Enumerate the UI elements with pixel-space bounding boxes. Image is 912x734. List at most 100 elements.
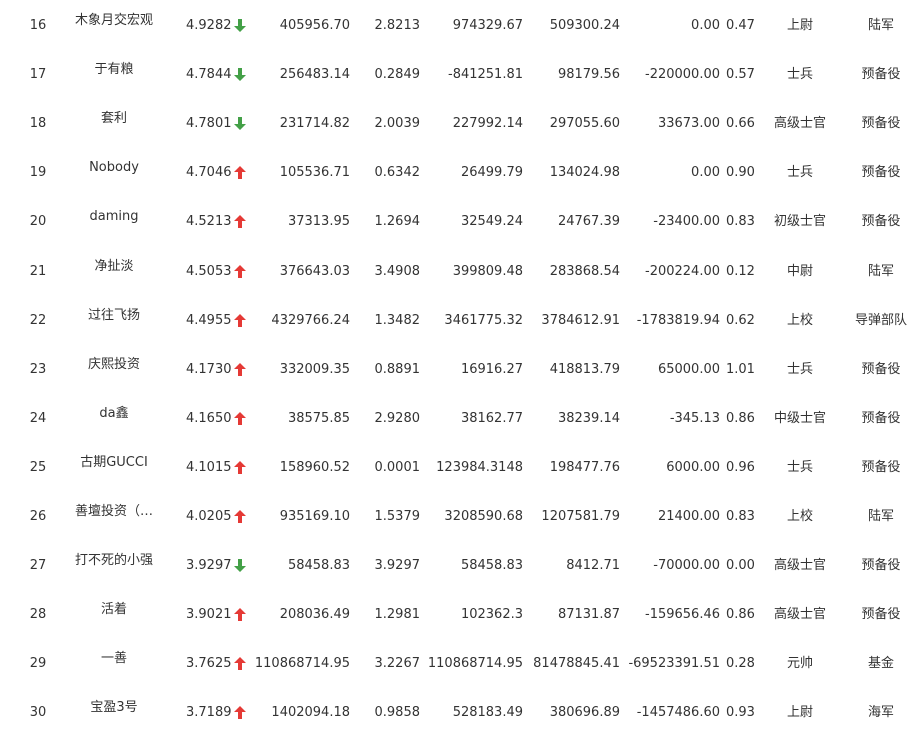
name-cell: 活着 [100,602,127,617]
military-rank-cell: 中级士官 [773,411,826,426]
table-row[interactable]: 25 古期GUCCI 4.1015 158960.52 0.0001 123984.314… [0,442,912,491]
table-row[interactable]: 16 木象月交宏观 4.9282 405956.70 2.8213 974329.67 50… [0,0,912,49]
arrow-down-icon [234,67,248,83]
value-3-cell: 32549.24 [460,214,523,229]
value-2-cell: 0.0001 [374,460,421,475]
name-cell: 打不死的小强 [74,553,153,568]
value-3-cell: 399809.48 [452,264,523,279]
table-row[interactable]: 28 活着 3.9021 208036.49 1.2981 102362.3 87131.8… [0,589,912,638]
arrow-down-icon [234,116,248,132]
value-1-cell: 37313.95 [287,214,350,229]
value-1-cell: 256483.14 [279,67,350,82]
score-cell: 4.1730 [186,362,232,377]
value-3-cell: 123984.3148 [436,460,523,475]
table-row[interactable]: 27 打不死的小强 3.9297 58458.83 3.9297 58458.83 8412… [0,540,912,589]
score-cell: 4.1015 [186,460,232,475]
value-4-cell: 1207581.79 [541,509,620,524]
value-2-cell: 1.2694 [374,214,421,229]
value-3-cell: 528183.49 [452,705,523,720]
unit-cell: 预备役 [861,460,901,475]
value-3-cell: 58458.83 [460,558,523,573]
value-4-cell: 38239.14 [557,411,620,426]
value-5-cell: -159656.46 [645,607,720,622]
value-1-cell: 376643.03 [279,264,350,279]
value-4-cell: 98179.56 [557,67,620,82]
value-1-cell: 405956.70 [279,18,350,33]
value-4-cell: 198477.76 [549,460,620,475]
table-row[interactable]: 22 过往飞扬 4.4955 4329766.24 1.3482 3461775.32 37… [0,295,912,344]
arrow-up-icon [234,214,248,230]
score-cell: 4.1650 [186,411,232,426]
table-row[interactable]: 18 套利 4.7801 231714.82 2.0039 227992.14 297055… [0,98,912,147]
arrow-up-icon [234,509,248,525]
name-cell: 净扯淡 [94,259,134,274]
score-cell: 4.7801 [186,116,232,131]
arrow-up-icon [234,362,248,378]
value-5-cell: -200224.00 [645,264,720,279]
table-row[interactable]: 24 da鑫 4.1650 38575.85 2.9280 38162.77 38239.1… [0,393,912,442]
unit-cell: 导弹部队 [854,313,907,328]
value-2-cell: 0.9858 [374,705,421,720]
table-row[interactable]: 19 Nobody 4.7046 105536.71 0.6342 26499.79 134… [0,147,912,196]
table-row[interactable]: 30 宝盈3号 3.7189 1402094.18 0.9858 528183.49 380… [0,687,912,734]
table-row[interactable]: 29 一善 3.7625 110868714.95 3.2267 110868714.95… [0,638,912,687]
value-4-cell: 87131.87 [557,607,620,622]
arrow-up-icon [234,165,248,181]
value-1-cell: 38575.85 [287,411,350,426]
value-2-cell: 2.9280 [374,411,421,426]
name-cell: 过往飞扬 [87,308,140,323]
value-5-cell: -69523391.51 [628,656,720,671]
value-4-cell: 297055.60 [549,116,620,131]
value-6-cell: 0.90 [726,165,755,180]
arrow-down-icon [234,18,248,34]
value-1-cell: 332009.35 [279,362,350,377]
name-cell: 一善 [100,651,127,666]
value-6-cell: 0.83 [726,214,755,229]
value-6-cell: 0.96 [726,460,755,475]
value-5-cell: 21400.00 [657,509,720,524]
value-4-cell: 8412.71 [566,558,620,573]
value-4-cell: 81478845.41 [533,656,620,671]
table-row[interactable]: 21 净扯淡 4.5053 376643.03 3.4908 399809.48 28386… [0,246,912,295]
name-cell: 木象月交宏观 [74,13,153,28]
value-2-cell: 3.2267 [374,656,421,671]
value-3-cell: 3208590.68 [444,509,523,524]
score-cell: 3.9297 [186,558,232,573]
score-cell: 3.9021 [186,607,232,622]
value-5-cell: 33673.00 [657,116,720,131]
value-2-cell: 0.6342 [374,165,421,180]
name-cell: da鑫 [99,406,129,421]
value-6-cell: 0.12 [726,264,755,279]
unit-cell: 陆军 [867,509,894,524]
unit-cell: 预备役 [861,165,901,180]
military-rank-cell: 士兵 [786,460,813,475]
table-row[interactable]: 23 庆熙投资 4.1730 332009.35 0.8891 16916.27 41881… [0,344,912,393]
arrow-down-icon [234,558,248,574]
value-2-cell: 3.9297 [374,558,421,573]
value-1-cell: 231714.82 [279,116,350,131]
value-1-cell: 105536.71 [279,165,350,180]
score-cell: 4.5053 [186,264,232,279]
value-2-cell: 0.2849 [374,67,421,82]
score-cell: 4.9282 [186,18,232,33]
value-4-cell: 24767.39 [557,214,620,229]
arrow-up-icon [234,705,248,721]
unit-cell: 预备役 [861,214,901,229]
value-5-cell: -70000.00 [653,558,720,573]
unit-cell: 预备役 [861,362,901,377]
ranking-table: 16 木象月交宏观 4.9282 405956.70 2.8213 974329.67 50… [0,0,912,734]
military-rank-cell: 中尉 [786,264,813,279]
score-cell: 3.7625 [186,656,232,671]
table-row[interactable]: 20 daming 4.5213 37313.95 1.2694 32549.24 2476… [0,196,912,245]
unit-cell: 预备役 [861,607,901,622]
value-6-cell: 0.47 [726,18,755,33]
arrow-up-icon [234,411,248,427]
table-row[interactable]: 17 于有粮 4.7844 256483.14 0.2849 -841251.81 9817… [0,49,912,98]
value-6-cell: 0.28 [726,656,755,671]
table-row[interactable]: 26 善壇投资（… 4.0205 935169.10 1.5379 3208590.68 1… [0,491,912,540]
value-2-cell: 1.5379 [374,509,421,524]
military-rank-cell: 元帅 [786,656,813,671]
score-cell: 4.0205 [186,509,232,524]
value-2-cell: 1.3482 [374,313,421,328]
value-6-cell: 0.62 [726,313,755,328]
